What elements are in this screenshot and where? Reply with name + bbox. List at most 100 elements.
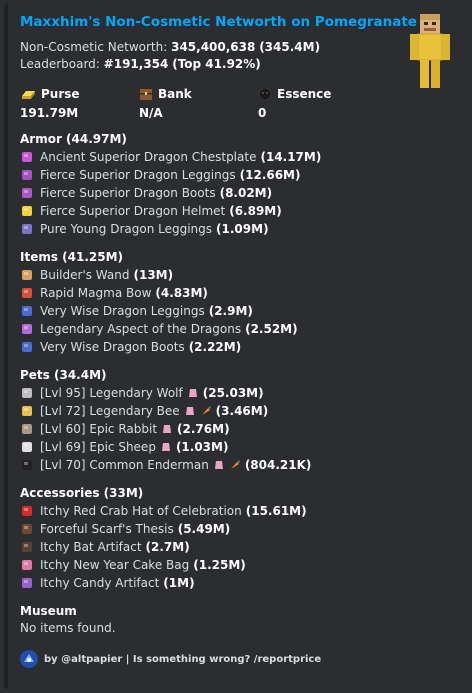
item-value: (3.46M) — [215, 404, 269, 418]
item-name: [Lvl 70] Common Enderman — [40, 458, 209, 472]
list-item: Itchy Red Crab Hat of Celebration (15.61M… — [20, 502, 456, 520]
leggings-icon — [22, 170, 32, 180]
item-name: [Lvl 60] Epic Rabbit — [40, 422, 158, 436]
bot-avatar-icon — [20, 650, 38, 668]
enderman-icon — [22, 460, 32, 470]
items-header: Items (41.25M) — [20, 250, 124, 264]
candy-icon — [22, 578, 32, 588]
networth-value: 345,400,638 — [171, 40, 256, 54]
embed-title[interactable]: Maxxhim's Non-Cosmetic Networth on Pomeg… — [20, 14, 456, 30]
item-name: Itchy Candy Artifact — [40, 576, 160, 590]
item-value: (25.03M) — [202, 386, 264, 400]
item-value: (1.09M) — [216, 222, 269, 236]
leggings-icon — [22, 306, 32, 316]
armor-list: Ancient Superior Dragon Chestplate (14.17… — [20, 148, 456, 238]
embed-footer: by @altpapier | Is something wrong? /rep… — [20, 650, 321, 668]
item-value: (2.7M) — [145, 540, 190, 554]
chestplate-icon — [22, 152, 32, 162]
item-value: (804.21K) — [244, 458, 312, 472]
museum-empty-text: No items found. — [20, 621, 116, 635]
purse-value: 191.79M — [20, 106, 79, 120]
item-value: (1.03M) — [175, 440, 229, 454]
crab-hat-icon — [22, 506, 32, 516]
item-value: (1.25M) — [193, 558, 246, 572]
bank-value: N/A — [139, 106, 163, 120]
bank-label: Bank — [158, 87, 192, 101]
essence-value: 0 — [258, 106, 267, 120]
list-item: Very Wise Dragon Boots (2.22M) — [20, 338, 456, 356]
item-name: Forceful Scarf's Thesis — [40, 522, 174, 536]
item-name: [Lvl 95] Legendary Wolf — [40, 386, 183, 400]
networth-short: (345.4M) — [259, 40, 321, 54]
currency-fields: Purse 191.79M Bank N/A Essence 0 — [20, 85, 456, 120]
item-name: Itchy New Year Cake Bag — [40, 558, 190, 572]
item-value: (12.66M) — [239, 168, 301, 182]
accessories-section: Accessories (33M) Itchy Red Crab Hat of … — [20, 484, 456, 592]
armor-header: Armor (44.97M) — [20, 132, 127, 146]
list-item: [Lvl 72] Legendary Bee (3.46M) — [20, 402, 456, 420]
bat-icon — [22, 542, 32, 552]
rabbit-icon — [22, 424, 32, 434]
list-item: [Lvl 69] Epic Sheep (1.03M) — [20, 438, 456, 456]
bee-icon — [22, 406, 32, 416]
museum-section: Museum No items found. — [20, 602, 456, 637]
pets-section: Pets (34.4M) [Lvl 95] Legendary Wolf (25.… — [20, 366, 456, 474]
item-name: Ancient Superior Dragon Chestplate — [40, 150, 257, 164]
footer-text: by @altpapier | Is something wrong? /rep… — [44, 653, 322, 665]
item-name: Legendary Aspect of the Dragons — [40, 322, 242, 336]
carrot-icon — [230, 460, 240, 469]
pets-header: Pets (34.4M) — [20, 368, 107, 382]
item-name: Itchy Bat Artifact — [40, 540, 142, 554]
leaderboard-rank: #191,354 — [103, 57, 169, 71]
pets-list: [Lvl 95] Legendary Wolf (25.03M) [Lvl 72] … — [20, 384, 456, 474]
item-name: [Lvl 72] Legendary Bee — [40, 404, 180, 418]
item-name: Itchy Red Crab Hat of Celebration — [40, 504, 242, 518]
list-item: Fierce Superior Dragon Boots (8.02M) — [20, 184, 456, 202]
carrot-icon — [201, 406, 211, 415]
list-item: Legendary Aspect of the Dragons (2.52M) — [20, 320, 456, 338]
item-value: (8.02M) — [219, 186, 273, 200]
networth-line: Non-Cosmetic Networth: 345,400,638 (345.… — [20, 39, 456, 56]
leaderboard-top: (Top 41.92%) — [172, 57, 261, 71]
networth-embed: Maxxhim's Non-Cosmetic Networth on Pomeg… — [4, 4, 468, 689]
accessories-header: Accessories (33M) — [20, 486, 144, 500]
sword-icon — [22, 324, 32, 334]
essence-field: Essence 0 — [258, 85, 377, 120]
items-section: Items (41.25M) Builder's Wand (13M) Rapid … — [20, 248, 456, 356]
cake-bag-icon — [22, 560, 32, 570]
accessories-list: Itchy Red Crab Hat of Celebration (15.61M… — [20, 502, 456, 592]
list-item: Fierce Superior Dragon Helmet (6.89M) — [20, 202, 456, 220]
item-name: Fierce Superior Dragon Boots — [40, 186, 216, 200]
item-value: (4.83M) — [155, 286, 208, 300]
helmet-icon — [22, 206, 32, 216]
item-name: Fierce Superior Dragon Helmet — [40, 204, 226, 218]
leaderboard-line: Leaderboard: #191,354 (Top 41.92%) — [20, 56, 456, 73]
item-value: (13M) — [133, 268, 174, 282]
leggings-icon — [22, 224, 32, 234]
boots-icon — [22, 188, 32, 198]
boots-icon — [22, 342, 32, 352]
list-item: Itchy New Year Cake Bag (1.25M) — [20, 556, 456, 574]
item-name: Fierce Superior Dragon Leggings — [40, 168, 236, 182]
item-name: [Lvl 69] Epic Sheep — [40, 440, 156, 454]
armor-section: Armor (44.97M) Ancient Superior Dragon C… — [20, 130, 456, 238]
list-item: [Lvl 95] Legendary Wolf (25.03M) — [20, 384, 456, 402]
list-item: Pure Young Dragon Leggings (1.09M) — [20, 220, 456, 238]
pet-item-icon — [188, 389, 197, 397]
book-icon — [22, 524, 32, 534]
item-name: Rapid Magma Bow — [40, 286, 152, 300]
pet-item-icon — [214, 461, 223, 469]
items-list: Builder's Wand (13M) Rapid Magma Bow (4.83M… — [20, 266, 456, 356]
list-item: Very Wise Dragon Leggings (2.9M) — [20, 302, 456, 320]
list-item: Rapid Magma Bow (4.83M) — [20, 284, 456, 302]
item-value: (1M) — [163, 576, 195, 590]
list-item: Builder's Wand (13M) — [20, 266, 456, 284]
item-name: Pure Young Dragon Leggings — [40, 222, 213, 236]
list-item: Fierce Superior Dragon Leggings (12.66M) — [20, 166, 456, 184]
list-item: [Lvl 60] Epic Rabbit (2.76M) — [20, 420, 456, 438]
player-skin-avatar — [410, 14, 450, 88]
item-value: (6.89M) — [229, 204, 282, 218]
list-item: Forceful Scarf's Thesis (5.49M) — [20, 520, 456, 538]
chest-icon — [140, 89, 152, 100]
purse-label: Purse — [41, 87, 80, 101]
